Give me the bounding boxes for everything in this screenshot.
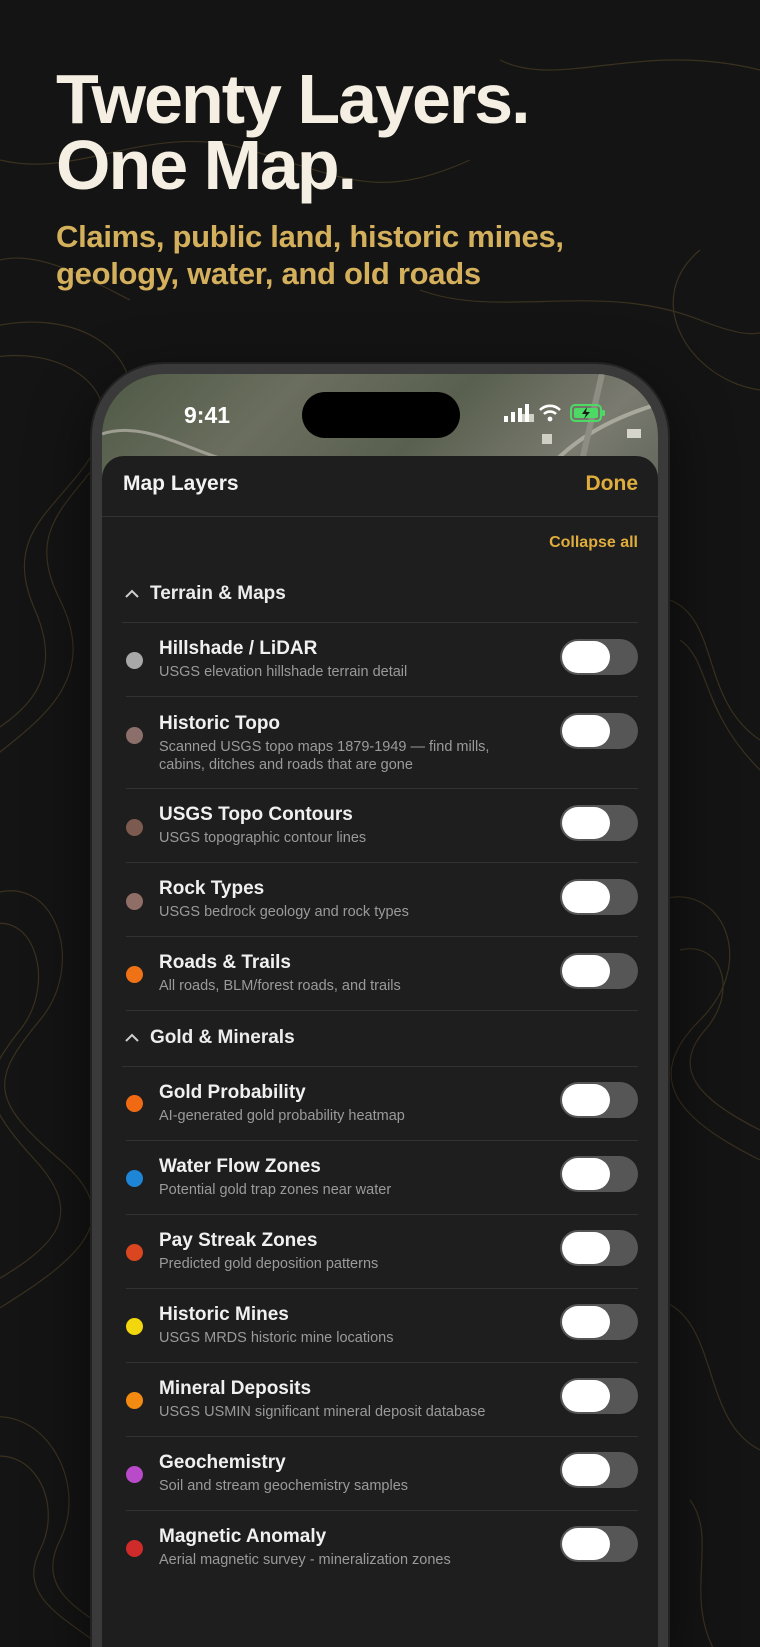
layer-title: Gold Probability bbox=[159, 1082, 306, 1103]
layer-color-dot bbox=[126, 727, 143, 744]
layer-title: Roads & Trails bbox=[159, 952, 291, 973]
layer-color-dot bbox=[126, 1095, 143, 1112]
toggle-knob bbox=[562, 1528, 610, 1560]
status-time: 9:41 bbox=[184, 402, 231, 428]
layer-row-geochemistry[interactable]: Geochemistry Soil and stream geochemistr… bbox=[126, 1436, 638, 1511]
layer-toggle-rock-types[interactable] bbox=[560, 879, 638, 915]
headline: Twenty Layers. One Map. bbox=[56, 60, 531, 204]
layer-description: USGS USMIN significant mineral deposit d… bbox=[159, 1404, 486, 1420]
layer-color-dot bbox=[126, 1170, 143, 1187]
layer-color-dot bbox=[126, 819, 143, 836]
layer-title: Rock Types bbox=[159, 878, 265, 899]
layer-title: USGS Topo Contours bbox=[159, 804, 353, 825]
layer-description: Aerial magnetic survey - mineralization … bbox=[159, 1552, 451, 1568]
layer-toggle-usgs-topo-contours[interactable] bbox=[560, 805, 638, 841]
layer-toggle-historic-mines[interactable] bbox=[560, 1304, 638, 1340]
layer-row-magnetic-anomaly[interactable]: Magnetic Anomaly Aerial magnetic survey … bbox=[126, 1510, 638, 1584]
status-icons bbox=[504, 404, 606, 422]
layer-row-gold-probability[interactable]: Gold Probability AI-generated gold proba… bbox=[126, 1066, 638, 1141]
layer-title: Hillshade / LiDAR bbox=[159, 638, 318, 659]
sheet-header: Map Layers Done bbox=[102, 456, 658, 517]
toggle-knob bbox=[562, 881, 610, 913]
layer-color-dot bbox=[126, 966, 143, 983]
phone-frame: 9:41 Map Layers Done Collapse all Terrai… bbox=[92, 364, 668, 1647]
layer-color-dot bbox=[126, 1318, 143, 1335]
layer-row-mineral-deposits[interactable]: Mineral Deposits USGS USMIN significant … bbox=[126, 1362, 638, 1437]
layer-toggle-roads-trails[interactable] bbox=[560, 953, 638, 989]
cellular-signal-icon bbox=[504, 404, 529, 422]
layer-row-rock-types[interactable]: Rock Types USGS bedrock geology and rock… bbox=[126, 862, 638, 937]
layer-description: USGS topographic contour lines bbox=[159, 830, 367, 846]
layer-row-historic-mines[interactable]: Historic Mines USGS MRDS historic mine l… bbox=[126, 1288, 638, 1363]
status-bar: 9:41 bbox=[102, 374, 658, 460]
subheadline-line-1: Claims, public land, historic mines, bbox=[56, 219, 564, 254]
layer-row-hillshade-lidar[interactable]: Hillshade / LiDAR USGS elevation hillsha… bbox=[126, 622, 638, 697]
layer-color-dot bbox=[126, 652, 143, 669]
toggle-knob bbox=[562, 1084, 610, 1116]
toggle-knob bbox=[562, 715, 610, 747]
layer-title: Historic Topo bbox=[159, 713, 281, 734]
layer-row-historic-topo[interactable]: Historic Topo Scanned USGS topo maps 187… bbox=[126, 696, 638, 789]
layer-row-roads-trails[interactable]: Roads & Trails All roads, BLM/forest roa… bbox=[126, 936, 638, 1011]
layer-row-usgs-topo-contours[interactable]: USGS Topo Contours USGS topographic cont… bbox=[126, 788, 638, 863]
toggle-knob bbox=[562, 641, 610, 673]
toggle-knob bbox=[562, 1454, 610, 1486]
dynamic-island bbox=[302, 392, 460, 438]
headline-line-2: One Map. bbox=[56, 126, 357, 204]
map-layers-sheet: Map Layers Done Collapse all Terrain & M… bbox=[102, 456, 658, 1647]
layer-title: Mineral Deposits bbox=[159, 1378, 312, 1399]
toggle-knob bbox=[562, 1380, 610, 1412]
layer-toggle-geochemistry[interactable] bbox=[560, 1452, 638, 1488]
layer-description: USGS elevation hillshade terrain detail bbox=[159, 664, 408, 680]
layer-title: Pay Streak Zones bbox=[159, 1230, 318, 1251]
done-button[interactable]: Done bbox=[586, 472, 639, 496]
subheadline: Claims, public land, historic mines, geo… bbox=[56, 218, 564, 292]
layer-toggle-water-flow-zones[interactable] bbox=[560, 1156, 638, 1192]
layer-description: Soil and stream geochemistry samples bbox=[159, 1478, 409, 1494]
layer-toggle-historic-topo[interactable] bbox=[560, 713, 638, 749]
toggle-knob bbox=[562, 1306, 610, 1338]
layer-toggle-hillshade-lidar[interactable] bbox=[560, 639, 638, 675]
layer-toggle-magnetic-anomaly[interactable] bbox=[560, 1526, 638, 1562]
layer-toggle-gold-probability[interactable] bbox=[560, 1082, 638, 1118]
toggle-knob bbox=[562, 1158, 610, 1190]
layer-title: Geochemistry bbox=[159, 1452, 286, 1473]
layer-color-dot bbox=[126, 1540, 143, 1557]
sheet-title: Map Layers bbox=[123, 472, 239, 495]
layer-toggle-mineral-deposits[interactable] bbox=[560, 1378, 638, 1414]
headline-line-1: Twenty Layers. bbox=[56, 60, 531, 138]
layer-description: All roads, BLM/forest roads, and trails bbox=[159, 978, 401, 994]
toggle-knob bbox=[562, 1232, 610, 1264]
layer-description: AI-generated gold probability heatmap bbox=[159, 1108, 405, 1124]
layer-color-dot bbox=[126, 1466, 143, 1483]
section-title: Gold & Minerals bbox=[150, 1027, 295, 1048]
section-header-gold-minerals[interactable]: Gold & Minerals bbox=[122, 1010, 638, 1067]
chevron-up-icon bbox=[125, 1033, 139, 1042]
toggle-knob bbox=[562, 807, 610, 839]
layer-row-water-flow-zones[interactable]: Water Flow Zones Potential gold trap zon… bbox=[126, 1140, 638, 1215]
layer-title: Magnetic Anomaly bbox=[159, 1526, 327, 1547]
battery-charging-icon bbox=[570, 404, 605, 422]
wifi-icon bbox=[539, 404, 561, 422]
section-title: Terrain & Maps bbox=[150, 583, 286, 604]
chevron-up-icon bbox=[125, 589, 139, 598]
layer-color-dot bbox=[126, 1392, 143, 1409]
layer-title: Historic Mines bbox=[159, 1304, 289, 1325]
subheadline-line-2: geology, water, and old roads bbox=[56, 256, 481, 291]
layer-description: Potential gold trap zones near water bbox=[159, 1182, 392, 1198]
toggle-knob bbox=[562, 955, 610, 987]
layer-description: Predicted gold deposition patterns bbox=[159, 1256, 379, 1272]
section-header-terrain-maps[interactable]: Terrain & Maps bbox=[122, 566, 638, 623]
layer-description: USGS MRDS historic mine locations bbox=[159, 1330, 394, 1346]
layer-toggle-pay-streak-zones[interactable] bbox=[560, 1230, 638, 1266]
phone-screen: 9:41 Map Layers Done Collapse all Terrai… bbox=[102, 374, 658, 1647]
collapse-all-button[interactable]: Collapse all bbox=[549, 534, 638, 552]
layer-color-dot bbox=[126, 893, 143, 910]
layer-title: Water Flow Zones bbox=[159, 1156, 321, 1177]
layer-row-pay-streak-zones[interactable]: Pay Streak Zones Predicted gold depositi… bbox=[126, 1214, 638, 1289]
layer-description: Scanned USGS topo maps 1879-1949 — find … bbox=[159, 739, 490, 773]
layer-description: USGS bedrock geology and rock types bbox=[159, 904, 409, 920]
layer-color-dot bbox=[126, 1244, 143, 1261]
